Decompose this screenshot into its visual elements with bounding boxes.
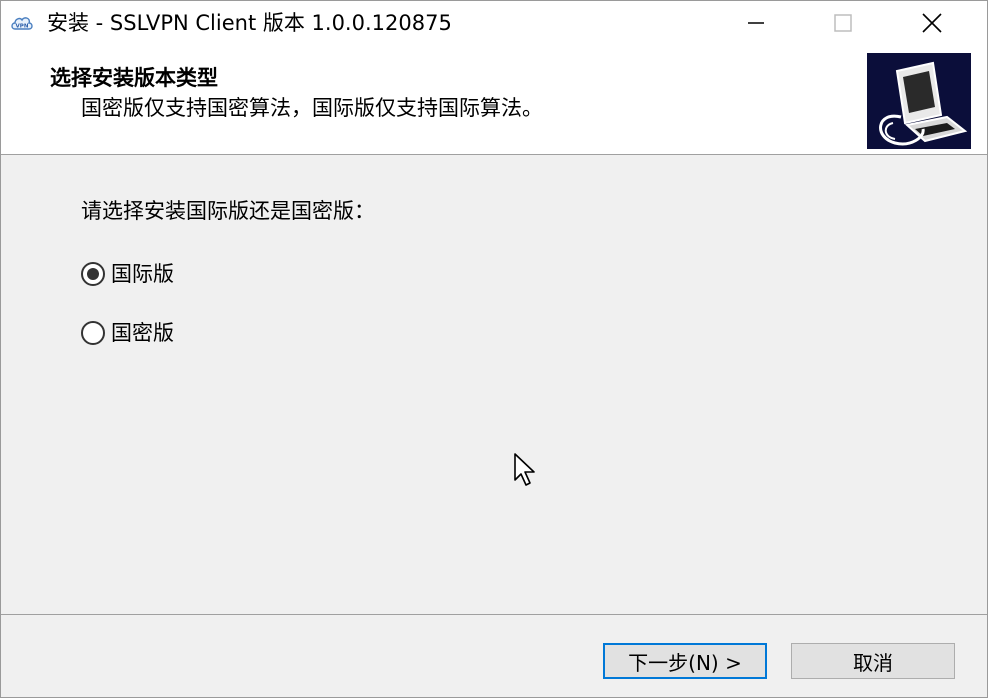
minimize-icon [748,22,764,24]
radio-label[interactable]: 国密版 [111,320,174,346]
computer-install-icon [867,53,971,149]
radio-button-selected[interactable] [81,262,105,286]
close-icon [922,13,942,33]
window-title: 安装 - SSLVPN Client 版本 1.0.0.120875 [47,11,452,35]
selection-prompt: 请选择安装国际版还是国密版： [81,199,375,223]
radio-option-international[interactable]: 国际版 [81,259,174,289]
vpn-cloud-icon: VPN [11,17,33,30]
installer-window: VPN 安装 - SSLVPN Client 版本 1.0.0.120875 选… [0,0,988,698]
next-button[interactable]: 下一步(N) > [603,643,767,679]
page-title: 选择安装版本类型 [50,66,218,90]
wizard-header: 选择安装版本类型 国密版仅支持国密算法，国际版仅支持国际算法。 [1,45,987,155]
wizard-content: 请选择安装国际版还是国密版： 国际版 国密版 [1,156,987,614]
maximize-button[interactable] [798,1,888,45]
minimize-button[interactable] [711,1,801,45]
cancel-button[interactable]: 取消 [791,643,955,679]
page-subtitle: 国密版仅支持国密算法，国际版仅支持国际算法。 [81,96,543,120]
computer-install-icon-graphic [879,61,968,146]
wizard-footer: 下一步(N) > 取消 [1,614,987,697]
radio-option-national[interactable]: 国密版 [81,318,174,348]
svg-text:VPN: VPN [16,24,29,30]
radio-button-unselected[interactable] [81,321,105,345]
radio-dot [87,268,99,280]
radio-label[interactable]: 国际版 [111,261,174,287]
close-button[interactable] [887,1,977,45]
maximize-icon [834,14,852,32]
mouse-pointer-icon [514,453,535,486]
title-bar[interactable]: VPN 安装 - SSLVPN Client 版本 1.0.0.120875 [1,1,987,45]
